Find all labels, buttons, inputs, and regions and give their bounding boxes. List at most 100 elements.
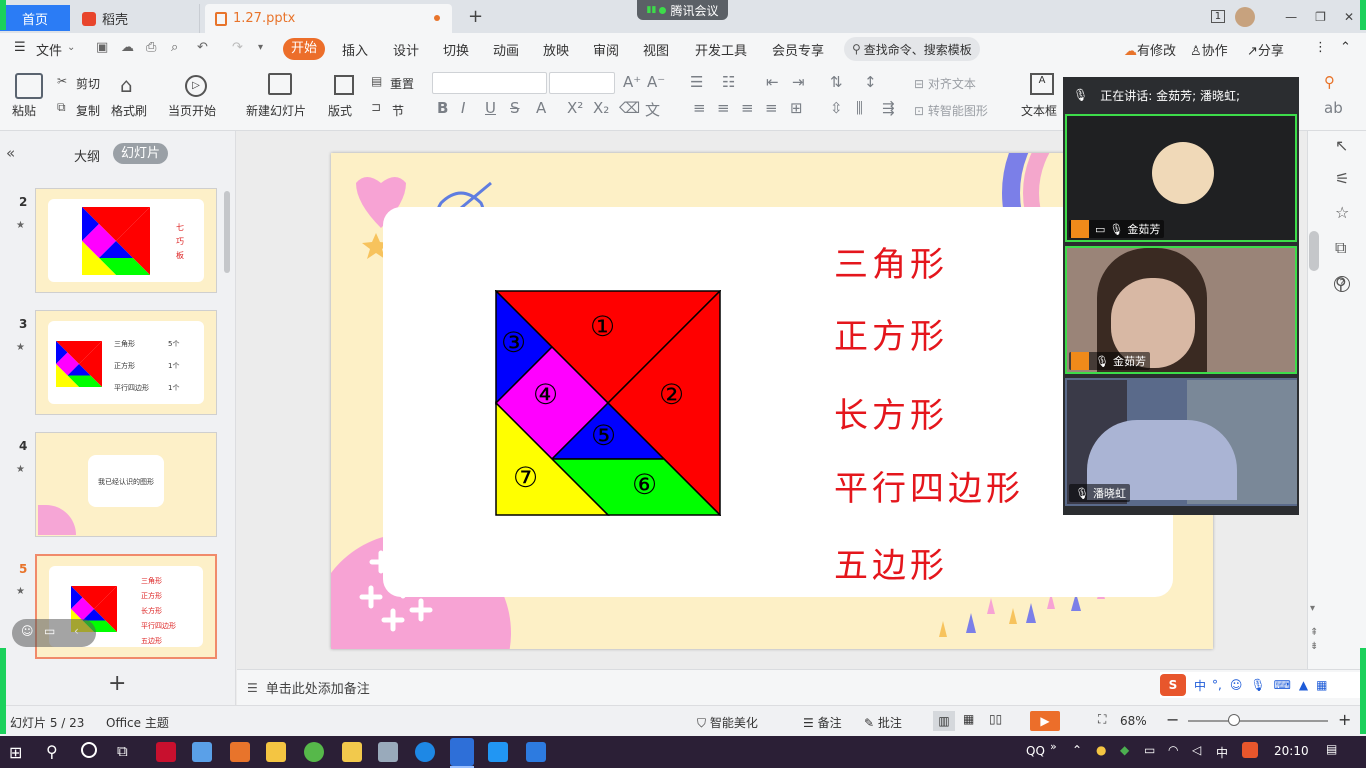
tab-start[interactable]: 开始 [283,38,325,60]
emoji-icon[interactable]: ☺ [21,624,34,638]
notification-icon[interactable]: ▤ [1326,742,1337,756]
volume-icon[interactable]: ◁ [1192,743,1201,757]
tab-transition[interactable]: 切换 [443,40,469,59]
tab-member[interactable]: 会员专享 [772,40,824,59]
app-icon[interactable] [488,742,508,762]
clock[interactable]: 20:10 [1274,744,1309,758]
ime-lang[interactable]: 中 [1194,677,1206,694]
wechat-icon[interactable] [304,742,324,762]
undo-icon[interactable]: ↶ [197,40,208,55]
zoom-level[interactable]: 68% [1120,714,1147,728]
bullets-icon[interactable]: ☰ [690,73,703,91]
qq-tray[interactable]: QQ [1026,744,1045,758]
file-explorer-icon[interactable] [342,742,362,762]
font-color-icon[interactable]: A [536,99,546,117]
wifi-icon[interactable]: ◠ [1168,743,1178,757]
layout-button[interactable]: 版式 [328,102,352,119]
pin-icon[interactable]: ☆ [1335,203,1349,222]
line-spacing-icon[interactable]: ↕ [864,73,877,91]
indent-settings-icon[interactable]: ⇶ [882,99,895,117]
format-painter-button[interactable]: 格式刷 [111,102,147,119]
video-tile-1[interactable]: ▭ 🎙 金茹芳 [1065,114,1297,242]
play-button[interactable]: ▶ [1030,711,1060,731]
text-direction-icon[interactable]: ⇅ [830,73,843,91]
edge-icon[interactable] [415,742,435,762]
canvas-scrollbar[interactable] [1309,231,1319,271]
windows-start-icon[interactable]: ⊞ [9,743,22,762]
keyboard-icon[interactable]: ⌨ [1274,678,1291,692]
justify-icon[interactable]: ≡ [765,99,778,117]
user-avatar[interactable] [1235,6,1256,27]
skin-icon[interactable]: ▲ [1299,678,1308,692]
notes-toggle-button[interactable]: ☰ 备注 [803,714,842,731]
prev-page-icon[interactable]: ⇞ [1310,627,1318,638]
tab-file[interactable]: 1.27.pptx [205,4,452,33]
increase-font-icon[interactable]: A⁺ [623,73,641,91]
zoom-out-button[interactable]: − [1166,710,1179,729]
minimize-button[interactable]: — [1285,10,1297,24]
select-icon[interactable]: ↖ [1335,136,1348,155]
comment-button[interactable]: ✎ 批注 [864,714,902,731]
underline-icon[interactable]: U [485,99,496,117]
tab-slides[interactable]: 幻灯片 [113,143,168,164]
panel-scrollbar[interactable] [224,191,230,273]
collaborate-button[interactable]: ♙协作 [1190,40,1228,59]
normal-view-icon[interactable]: ▥ [933,711,955,731]
distribute-icon[interactable]: ⊞ [790,99,803,117]
wps-icon[interactable] [230,742,250,762]
collapse-ribbon-icon[interactable]: ⌃ [1340,40,1351,55]
new-slide-button[interactable]: 新建幻灯片 [246,102,306,119]
strikethrough-icon[interactable]: S [510,99,520,117]
play-from-current-button[interactable]: 当页开始 [168,102,216,119]
tab-animation[interactable]: 动画 [493,40,519,59]
redo-icon[interactable]: ↷ [232,40,243,55]
label-square[interactable]: 正方形 [834,309,948,358]
cortana-icon[interactable] [81,742,97,758]
slide-thumbnail-3[interactable]: 三角形 5个 正方形 1个 平行四边形 1个 [35,310,217,415]
chevron-left-icon[interactable]: ‹ [74,624,79,638]
paste-button[interactable]: 粘贴 [12,102,36,119]
tab-developer[interactable]: 开发工具 [695,40,747,59]
subscript-icon[interactable]: X₂ [593,99,609,117]
tab-home[interactable]: 首页 [0,5,70,31]
label-parallelogram[interactable]: 平行四边形 [834,461,1024,510]
indent-icon[interactable]: ⇥ [792,73,805,91]
hamburger-icon[interactable]: ☰ [14,40,26,55]
more-icon[interactable]: ⋮ [1314,40,1327,55]
section-button[interactable]: 节 [392,102,404,119]
comment-icon[interactable]: ▭ [44,624,55,638]
tab-design[interactable]: 设计 [393,40,419,59]
paragraph-spacing-icon[interactable]: ⇳ [830,99,843,117]
adjust-icon[interactable]: ⚟ [1335,169,1349,188]
theme-name[interactable]: Office 主题 [106,714,169,731]
tab-slideshow[interactable]: 放映 [543,40,569,59]
tab-docer[interactable]: 稻壳 [72,4,200,33]
task-view-icon[interactable]: ⧉ [117,742,128,760]
cloud-icon[interactable]: ☁ [121,40,134,55]
reset-button[interactable]: 重置 [390,75,414,92]
multi-window-badge[interactable]: 1 [1210,10,1226,23]
battery-icon[interactable]: ▭ [1144,743,1155,757]
app-icon[interactable] [192,742,212,762]
print-icon[interactable]: ⎙ [146,40,156,55]
align-right-icon[interactable]: ≡ [741,99,754,117]
label-rectangle[interactable]: 长方形 [834,388,948,437]
overflow-icon[interactable]: » [1050,740,1057,753]
clear-format-icon[interactable]: ⌫ [619,99,640,117]
share-button[interactable]: ↗分享 [1247,40,1284,59]
align-text-button[interactable]: ⊟ 对齐文本 [914,75,976,92]
reading-view-icon[interactable]: ▯▯ [989,712,1002,726]
floating-toolbar[interactable]: ☺ ▭ ‹ [12,619,96,647]
print-preview-icon[interactable]: ⌕ [171,40,178,55]
collapse-panel-icon[interactable]: « [6,144,15,162]
emoji-icon[interactable]: ☺ [1230,678,1243,692]
video-tile-3[interactable]: 🎙 潘晓虹 [1065,378,1297,506]
numbering-icon[interactable]: ☷ [722,73,735,91]
ime-toolbar[interactable]: S 中 °, ☺ 🎙 ⌨ ▲ ▦ [1160,672,1366,698]
outdent-icon[interactable]: ⇤ [766,73,779,91]
zoom-slider[interactable] [1188,720,1328,722]
search-icon[interactable]: ⚲ [46,742,58,761]
menu-file[interactable]: 文件 [36,40,62,59]
tencent-meeting-chip[interactable]: ▮▮ 腾讯会议 [637,0,728,20]
ime-punct[interactable]: °, [1212,678,1222,692]
